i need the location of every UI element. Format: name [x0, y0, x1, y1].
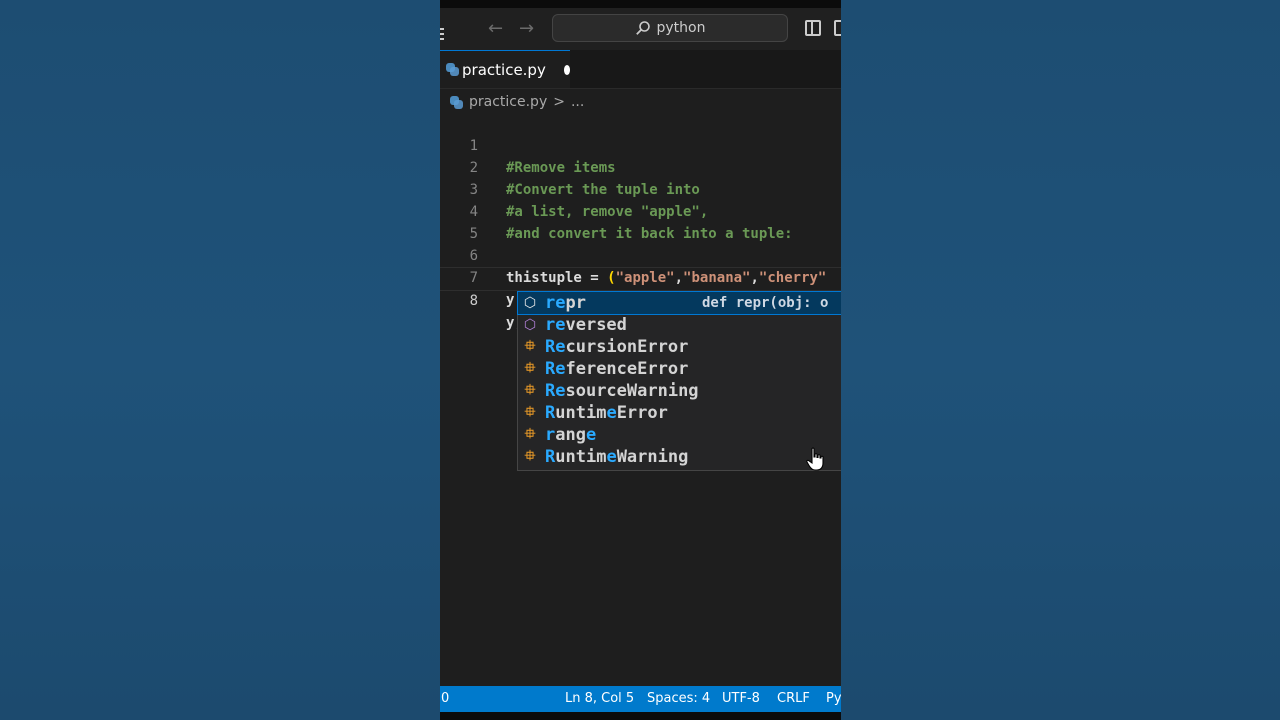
hand-pointer-icon — [806, 447, 824, 471]
class-icon: ⯐ — [524, 426, 536, 442]
code-line: 6 thistuple = ("apple","banana","cherry" — [440, 223, 841, 286]
suggestion-widget: ⬡ repr def repr(obj: o ⬡ reversed ⯐ Recu… — [517, 291, 841, 471]
status-problems[interactable]: 0 — [441, 691, 449, 706]
status-encoding[interactable]: UTF-8 — [722, 691, 760, 706]
code-line: 5 — [440, 201, 841, 242]
breadcrumb-chevron-icon: > — [553, 94, 565, 110]
suggestion-item[interactable]: ⬡ repr def repr(obj: o — [517, 291, 841, 315]
method-cube-icon: ⬡ — [523, 317, 537, 333]
search-icon — [635, 21, 650, 35]
breadcrumb-file[interactable]: practice.py — [469, 94, 547, 110]
suggestion-item[interactable]: ⯐ range — [518, 424, 841, 446]
python-file-icon — [450, 95, 463, 109]
status-indentation[interactable]: Spaces: 4 — [647, 691, 710, 706]
status-language[interactable]: Py — [826, 691, 841, 706]
command-center-search[interactable]: python — [552, 14, 788, 42]
line-number: 8 — [469, 293, 478, 309]
suggestion-label: repr — [545, 293, 586, 313]
suggestion-label: range — [545, 425, 597, 445]
class-icon: ⯐ — [524, 360, 536, 376]
suggestion-item[interactable]: ⯐ RecursionError — [518, 336, 841, 358]
tab-label: practice.py — [462, 60, 546, 79]
status-eol[interactable]: CRLF — [777, 691, 810, 706]
top-letterbox — [440, 0, 841, 8]
suggestion-item[interactable]: ⯐ ResourceWarning — [518, 380, 841, 402]
toggle-sidebar-icon[interactable] — [805, 20, 821, 36]
suggestion-label: reversed — [545, 315, 627, 335]
status-bar: 0 Ln 8, Col 5 Spaces: 4 UTF-8 CRLF Py — [440, 686, 841, 712]
toggle-panel-icon[interactable] — [834, 20, 841, 36]
code-line: 3 #a list, remove "apple", — [440, 157, 841, 220]
title-bar: ← → python — [440, 8, 841, 50]
suggestion-item[interactable]: ⯐ RuntimeError — [518, 402, 841, 424]
background-right — [841, 0, 1280, 720]
code-line: 7 y = list(thistuple) — [440, 245, 841, 308]
suggestion-label: RuntimeError — [545, 403, 668, 423]
python-file-icon — [446, 63, 460, 76]
status-cursor-position[interactable]: Ln 8, Col 5 — [565, 691, 634, 706]
suggestion-item[interactable]: ⬡ reversed — [518, 314, 841, 336]
suggestion-item[interactable]: ⯐ ReferenceError — [518, 358, 841, 380]
suggestion-label: ResourceWarning — [545, 381, 699, 401]
code-line: 2 #Convert the tuple into — [440, 135, 841, 198]
class-icon: ⯐ — [524, 382, 536, 398]
class-icon: ⯐ — [524, 338, 536, 354]
background-left — [0, 0, 440, 720]
unsaved-dot-icon[interactable] — [563, 64, 570, 75]
bottom-letterbox — [440, 712, 841, 720]
code-line: 4 #and convert it back into a tuple: — [440, 179, 841, 242]
suggestion-item[interactable]: ⯐ RuntimeWarning — [518, 446, 841, 468]
class-icon: ⯐ — [524, 448, 536, 464]
back-arrow-icon[interactable]: ← — [488, 18, 503, 39]
class-icon: ⯐ — [524, 404, 536, 420]
vscode-window: ← → python practice.py practice.py > ...… — [440, 0, 841, 720]
breadcrumb-more[interactable]: ... — [571, 94, 584, 110]
breadcrumb: practice.py > ... — [450, 92, 584, 112]
menu-icon[interactable] — [440, 28, 444, 40]
tab-bar: practice.py — [440, 50, 841, 89]
suggestion-label: RecursionError — [545, 337, 689, 357]
search-text: python — [656, 20, 706, 36]
suggestion-label: RuntimeWarning — [545, 447, 689, 467]
code-line: 1 #Remove items — [440, 113, 841, 176]
current-code-line: 8 y,re — [440, 267, 841, 331]
suggestion-detail: def repr(obj: o — [702, 295, 829, 311]
method-cube-icon: ⬡ — [523, 295, 537, 311]
tab-practice-py[interactable]: practice.py — [440, 50, 570, 88]
suggestion-label: ReferenceError — [545, 359, 689, 379]
forward-arrow-icon[interactable]: → — [519, 18, 534, 39]
